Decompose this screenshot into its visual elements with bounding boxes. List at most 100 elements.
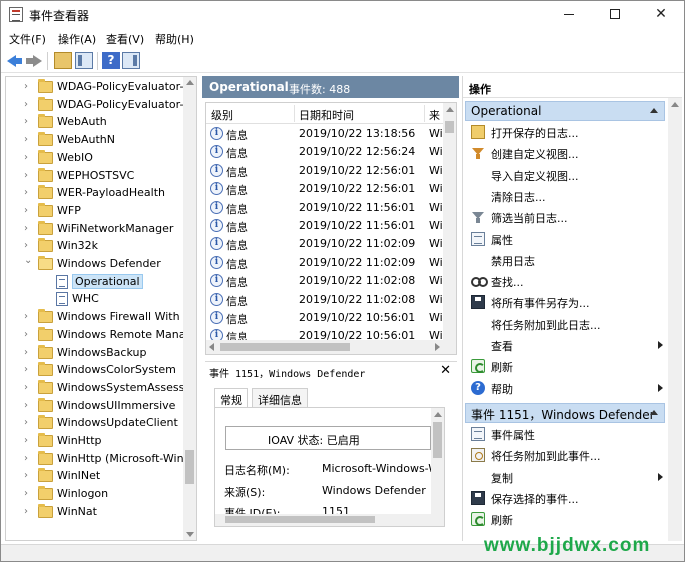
tree-item[interactable]: › WDAG-PolicyEvaluator-GI bbox=[6, 96, 184, 114]
tree-item[interactable]: Operational bbox=[6, 273, 184, 291]
menu-view[interactable]: 查看(V) bbox=[106, 31, 144, 47]
column-separator[interactable] bbox=[424, 105, 425, 122]
table-row[interactable]: i 信息 2019/10/22 13:18:56 Wi bbox=[206, 125, 444, 143]
scroll-thumb[interactable] bbox=[445, 121, 454, 133]
table-row[interactable]: i 信息 2019/10/22 12:56:01 Wi bbox=[206, 180, 444, 198]
collapsed-chevron-icon[interactable]: › bbox=[24, 382, 32, 393]
tree-item[interactable]: › WinINet bbox=[6, 468, 184, 485]
tree-item[interactable]: WHC bbox=[6, 291, 184, 308]
collapsed-chevron-icon[interactable]: › bbox=[24, 170, 32, 181]
menu-help[interactable]: 帮助(H) bbox=[155, 31, 194, 47]
collapsed-chevron-icon[interactable]: › bbox=[24, 241, 32, 251]
collapsed-chevron-icon[interactable]: › bbox=[24, 205, 32, 216]
tree-item[interactable]: › WebAuthN bbox=[6, 132, 184, 149]
action-item[interactable]: 打开保存的日志... bbox=[465, 122, 665, 143]
scroll-down-icon[interactable] bbox=[186, 532, 194, 537]
forward-icon[interactable] bbox=[25, 52, 43, 69]
collapsed-chevron-icon[interactable]: › bbox=[24, 506, 32, 517]
table-row[interactable]: i 信息 2019/10/22 11:02:09 Wi bbox=[206, 235, 444, 253]
help-icon[interactable]: ? bbox=[102, 52, 120, 69]
tree-item[interactable]: › WindowsUpdateClient bbox=[6, 415, 184, 432]
maximize-button[interactable] bbox=[592, 1, 638, 29]
action-item[interactable]: 将任务附加到此事件... bbox=[465, 445, 665, 466]
scroll-thumb[interactable] bbox=[185, 450, 194, 484]
scroll-left-icon[interactable] bbox=[209, 343, 214, 351]
tree-item[interactable]: › WindowsUIImmersive bbox=[6, 397, 184, 415]
tree-item[interactable]: › WiFiNetworkManager bbox=[6, 220, 184, 238]
action-item[interactable]: 刷新 bbox=[465, 356, 665, 377]
collapse-icon[interactable] bbox=[650, 108, 658, 113]
collapsed-chevron-icon[interactable]: › bbox=[24, 436, 32, 446]
tree-item[interactable]: › WFP bbox=[6, 202, 184, 220]
table-row[interactable]: i 信息 2019/10/22 10:56:01 Wi bbox=[206, 309, 444, 327]
tree-item[interactable]: › WER-PayloadHealth bbox=[6, 185, 184, 202]
column-separator[interactable] bbox=[294, 105, 295, 122]
action-item[interactable]: 保存选择的事件... bbox=[465, 488, 665, 509]
tree-item[interactable]: › WinHttp bbox=[6, 433, 184, 450]
tree-item[interactable]: › WDAG-PolicyEvaluator-CS bbox=[6, 79, 184, 96]
action-item[interactable]: 清除日志... bbox=[465, 186, 665, 207]
scroll-up-icon[interactable] bbox=[186, 80, 194, 85]
table-row[interactable]: i 信息 2019/10/22 11:02:08 Wi bbox=[206, 291, 444, 309]
collapsed-chevron-icon[interactable]: › bbox=[24, 365, 32, 375]
collapsed-chevron-icon[interactable]: › bbox=[24, 188, 32, 198]
collapsed-chevron-icon[interactable]: › bbox=[24, 453, 32, 464]
action-item[interactable]: 将所有事件另存为... bbox=[465, 292, 665, 313]
table-row[interactable]: i 信息 2019/10/22 12:56:01 Wi bbox=[206, 162, 444, 180]
scroll-up-icon[interactable] bbox=[434, 412, 442, 417]
tree-item[interactable]: › WindowsSystemAssessm bbox=[6, 379, 184, 397]
table-row[interactable]: i 信息 2019/10/22 11:02:08 Wi bbox=[206, 272, 444, 290]
back-icon[interactable] bbox=[6, 52, 24, 69]
collapse-icon[interactable] bbox=[650, 410, 658, 415]
table-row[interactable]: i 信息 2019/10/22 11:56:01 Wi bbox=[206, 217, 444, 235]
scroll-thumb[interactable] bbox=[220, 343, 350, 351]
tree-item[interactable]: › WindowsBackup bbox=[6, 344, 184, 362]
action-item[interactable]: 复制 bbox=[465, 467, 665, 488]
table-row[interactable]: i 信息 2019/10/22 11:56:01 Wi bbox=[206, 199, 444, 217]
actions-scrollbar[interactable] bbox=[668, 98, 682, 541]
collapsed-chevron-icon[interactable]: › bbox=[24, 223, 32, 234]
collapsed-chevron-icon[interactable]: › bbox=[24, 312, 32, 322]
action-item[interactable]: 查看 bbox=[465, 335, 665, 356]
expanded-chevron-icon[interactable]: ⌄ bbox=[24, 256, 32, 266]
action-item[interactable]: 事件属性 bbox=[465, 424, 665, 445]
action-item[interactable]: 导入自定义视图... bbox=[465, 165, 665, 186]
collapsed-chevron-icon[interactable]: › bbox=[24, 152, 32, 163]
tree-item[interactable]: › WEPHOSTSVC bbox=[6, 167, 184, 185]
close-button[interactable]: ✕ bbox=[638, 1, 684, 29]
tree-item[interactable]: › WinNat bbox=[6, 503, 184, 521]
menu-action[interactable]: 操作(A) bbox=[58, 31, 96, 47]
action-item[interactable]: 禁用日志 bbox=[465, 250, 665, 271]
action-item[interactable]: 属性 bbox=[465, 229, 665, 250]
collapsed-chevron-icon[interactable]: › bbox=[24, 117, 32, 127]
column-datetime[interactable]: 日期和时间 bbox=[299, 107, 354, 123]
tree-item[interactable]: › WindowsColorSystem bbox=[6, 362, 184, 379]
menu-file[interactable]: 文件(F) bbox=[9, 31, 46, 47]
events-list-vscrollbar[interactable] bbox=[443, 103, 456, 340]
scroll-thumb[interactable] bbox=[433, 422, 442, 458]
action-item[interactable]: 查找... bbox=[465, 271, 665, 292]
detail-vscrollbar[interactable] bbox=[431, 408, 444, 526]
show-hide-tree-icon[interactable] bbox=[75, 52, 93, 69]
tree-item[interactable]: › Windows Remote Manag bbox=[6, 326, 184, 344]
minimize-button[interactable] bbox=[546, 1, 592, 29]
tree-item[interactable]: › Windows Firewall With Ad bbox=[6, 309, 184, 326]
tree-item[interactable]: › Winlogon bbox=[6, 486, 184, 503]
action-item[interactable]: 刷新 bbox=[465, 509, 665, 530]
collapsed-chevron-icon[interactable]: › bbox=[24, 471, 32, 481]
collapsed-chevron-icon[interactable]: › bbox=[24, 99, 32, 110]
tree-item[interactable]: › WebIO bbox=[6, 149, 184, 167]
tree-item[interactable]: › WebAuth bbox=[6, 114, 184, 131]
scroll-up-icon[interactable] bbox=[671, 102, 679, 107]
action-item[interactable]: 创建自定义视图... bbox=[465, 143, 665, 164]
actions-section-event[interactable]: 事件 1151，Windows Defender bbox=[465, 403, 665, 423]
table-row[interactable]: i 信息 2019/10/22 11:02:09 Wi bbox=[206, 254, 444, 272]
collapsed-chevron-icon[interactable]: › bbox=[24, 347, 32, 358]
collapsed-chevron-icon[interactable]: › bbox=[24, 329, 32, 340]
tab-general[interactable]: 常规 bbox=[214, 388, 248, 408]
show-hide-action-pane-icon[interactable] bbox=[122, 52, 140, 69]
column-source[interactable]: 来 bbox=[429, 107, 440, 123]
table-row[interactable]: i 信息 2019/10/22 12:56:24 Wi bbox=[206, 143, 444, 161]
collapsed-chevron-icon[interactable]: › bbox=[24, 135, 32, 145]
events-list-hscrollbar[interactable] bbox=[206, 340, 456, 354]
